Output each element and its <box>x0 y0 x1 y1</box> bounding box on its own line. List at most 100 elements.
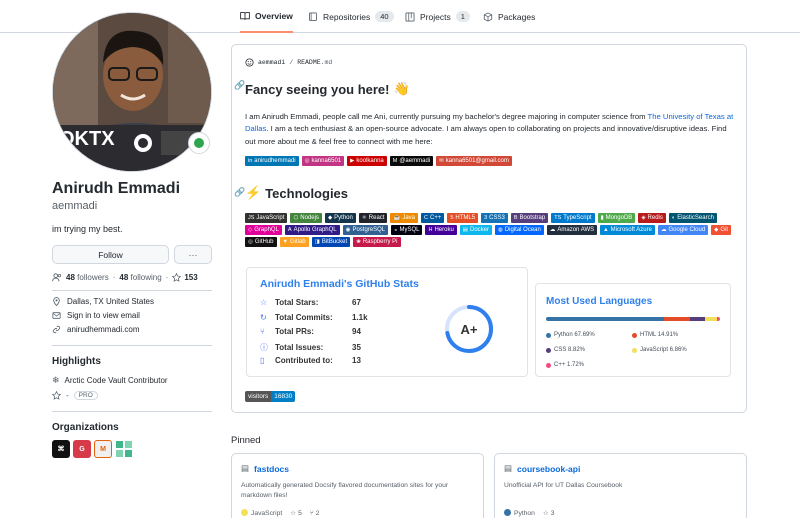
social-badge-icon: ▶ <box>350 158 355 164</box>
tab-projects-label: Projects <box>420 11 451 22</box>
technology-badge-label: Python <box>334 215 353 221</box>
technology-badge-icon: ⚛ <box>361 215 367 221</box>
repo-language-label: Python <box>514 510 535 517</box>
technology-badge: ◨ BitBucket <box>311 237 351 247</box>
readme-intro: I am Anirudh Emmadi, people call me Ani,… <box>245 111 735 148</box>
social-badges: in anirudhemmadi ◎ kanna6501 ▶ koolkanna M @aem… <box>245 156 735 166</box>
language-item: C++ 1.72% <box>546 362 584 368</box>
technology-badge-icon: 3 <box>484 215 488 221</box>
social-badge[interactable]: ◎ kanna6501 <box>301 156 345 166</box>
technology-badge: H Heroku <box>425 225 457 235</box>
technology-badge-icon: ◍ <box>498 227 503 233</box>
pinned-repo-meta: JavaScript ☆ 5 ⑂ 2 <box>241 509 319 517</box>
technology-badge-icon: ◐ <box>671 215 676 221</box>
tab-packages[interactable]: Packages <box>483 0 535 33</box>
location-text: Dallas, TX United States <box>67 297 155 306</box>
technology-badge-icon: ◎ <box>248 239 253 245</box>
email-row[interactable]: Sign in to view email <box>52 311 140 320</box>
star-icon <box>52 391 61 400</box>
avatar-photo: OKTX <box>53 13 211 171</box>
social-badge-label: kanna6501@gmail.com <box>445 158 509 164</box>
org-avatar-4[interactable] <box>115 440 133 458</box>
technology-badge-label: Gitlab <box>289 239 306 245</box>
social-badge[interactable]: in anirudhemmadi <box>245 156 299 166</box>
technology-badge: ☁ Amazon AWS <box>546 225 598 235</box>
pro-badge: PRO <box>73 391 98 400</box>
social-badge[interactable]: ✉ kanna6501@gmail.com <box>436 156 512 166</box>
language-label: Python 67.69% <box>554 332 595 338</box>
language-dot <box>241 509 248 516</box>
dash-separator: - <box>66 391 69 400</box>
language-label: JavaScript 6.86% <box>640 347 687 353</box>
technology-badge-label: BitBucket <box>321 239 348 245</box>
profile-readme: aemmadi / README.md 🔗 Fancy seeing you h… <box>231 44 747 413</box>
technology-badge-icon: B <box>513 215 518 221</box>
follow-button[interactable]: Follow <box>52 245 169 264</box>
repo-stars[interactable]: ☆ 3 <box>543 509 555 517</box>
pinned-heading: Pinned <box>231 435 261 446</box>
projects-count: 1 <box>455 11 470 22</box>
tab-repositories[interactable]: Repositories 40 <box>308 0 394 33</box>
technology-badge-icon: ☁ <box>549 227 556 233</box>
technology-badge-icon: ▤ <box>462 227 468 233</box>
technology-badge-label: TypeScript <box>563 215 592 221</box>
org-avatar-1[interactable]: ⌘ <box>52 440 70 458</box>
repo-stars[interactable]: ☆ 5 <box>290 509 302 517</box>
pinned-repo-name[interactable]: coursebook-api <box>517 464 580 474</box>
status-emoji-button[interactable] <box>188 132 210 154</box>
snowflake-icon: ❄ <box>52 375 60 385</box>
highlight-arctic-vault[interactable]: ❄ Arctic Code Vault Contributor <box>52 375 168 386</box>
profile-fullname: Anirudh Emmadi <box>52 180 181 197</box>
pinned-repo-title[interactable]: ▤ fastdocs <box>241 463 289 474</box>
anchor-link-icon[interactable]: 🔗 <box>234 80 245 91</box>
readme-file-link[interactable]: README.md <box>297 59 332 66</box>
language-item: JavaScript 6.86% <box>632 347 687 353</box>
project-icon <box>405 12 415 21</box>
pinned-repo-title[interactable]: ▤ coursebook-api <box>504 463 580 474</box>
technology-badge-icon: H <box>428 227 433 233</box>
readme-user-link[interactable]: aemmadi <box>258 59 285 66</box>
book-icon <box>240 11 250 20</box>
pinned-repo-meta: Python ☆ 3 <box>504 509 554 517</box>
repo-language: JavaScript <box>241 509 282 517</box>
repo-icon: ▤ <box>504 463 513 473</box>
visitors-count: 16830 <box>271 391 296 402</box>
stars-count: 153 <box>184 273 198 282</box>
technology-badge-label: CSS3 <box>489 215 505 221</box>
repo-forks[interactable]: ⑂ 2 <box>310 510 320 517</box>
stars-link[interactable]: 153 <box>172 273 198 282</box>
social-badge[interactable]: ▶ koolkanna <box>347 156 387 166</box>
technology-badge: ▲ Microsoft Azure <box>600 225 655 235</box>
avatar[interactable]: OKTX <box>52 12 212 172</box>
technology-badge-icon: C <box>424 215 429 221</box>
technology-badge-label: HTML5 <box>455 215 476 221</box>
language-label: HTML 14.91% <box>640 332 679 338</box>
followers-label: followers <box>77 273 109 282</box>
technologies-heading-text: Technologies <box>265 185 349 201</box>
technology-badge: 3 CSS3 <box>481 213 508 223</box>
social-badge[interactable]: M @aemmadi <box>389 156 434 166</box>
tab-overview[interactable]: Overview <box>240 0 293 33</box>
technology-badge-icon: TS <box>554 215 562 221</box>
org-avatar-2[interactable]: G <box>73 440 91 458</box>
anchor-link-icon[interactable]: 🔗 <box>234 187 245 198</box>
email-text[interactable]: Sign in to view email <box>67 311 140 320</box>
technology-badge: ⚛ React <box>358 213 388 223</box>
tab-projects[interactable]: Projects 1 <box>405 0 470 33</box>
stat-row: ☆ Total Stars: 67 <box>260 298 361 307</box>
social-badge-label: @aemmadi <box>399 158 431 164</box>
social-badge-label: anirudhemmadi <box>254 158 296 164</box>
org-avatar-3[interactable]: M <box>94 440 112 458</box>
dot-separator: · <box>112 273 116 282</box>
following-link[interactable]: 48 following <box>119 273 161 282</box>
more-options-button[interactable]: ··· <box>174 245 212 264</box>
followers-link[interactable]: 48 followers <box>66 273 109 282</box>
stat-label: Total Stars: <box>275 298 319 307</box>
website-row[interactable]: anirudhemmadi.com <box>52 325 139 334</box>
technology-badge-label: MongoDB <box>605 215 633 221</box>
svg-text:OKTX: OKTX <box>59 128 115 150</box>
pinned-repo-name[interactable]: fastdocs <box>254 464 289 474</box>
website-link[interactable]: anirudhemmadi.com <box>67 325 139 334</box>
technology-badge-label: Nodejs <box>300 215 319 221</box>
organizations-list: ⌘ G M <box>52 440 133 458</box>
